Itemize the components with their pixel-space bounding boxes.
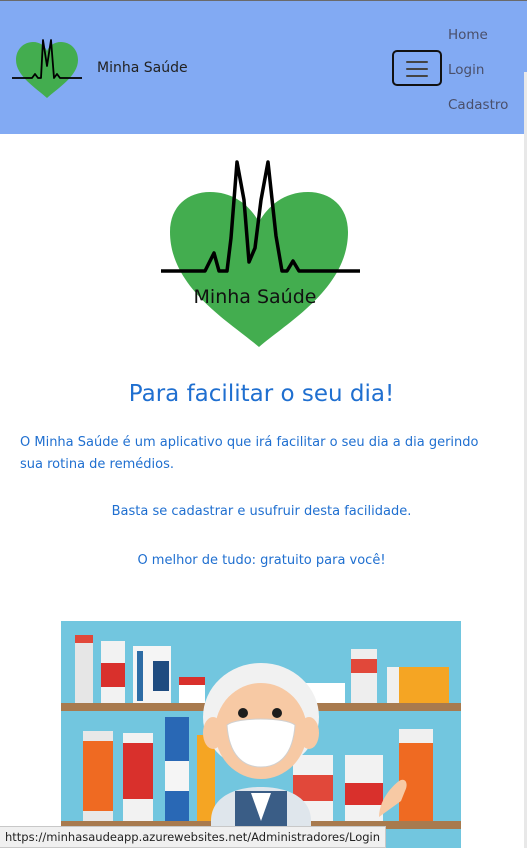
nav-link-home[interactable]: Home — [448, 27, 488, 43]
navbar: Minha Saúde Home Login Cadastro — [0, 0, 527, 134]
status-bar-url: https://minhasaudeapp.azurewebsites.net/… — [0, 826, 387, 848]
hero-logo-text: Minha Saúde — [194, 286, 317, 308]
nav-link-login[interactable]: Login — [448, 62, 484, 78]
cta-text: Basta se cadastrar e usufruir desta faci… — [111, 504, 412, 519]
brand-name[interactable]: Minha Saúde — [97, 60, 188, 76]
hamburger-icon — [406, 61, 428, 63]
hero-heart-logo-icon: Minha Saúde — [161, 160, 360, 347]
bonus-text: O melhor de tudo: gratuito para você! — [137, 553, 386, 568]
intro-text: O Minha Saúde é um aplicativo que irá fa… — [20, 435, 479, 472]
nav-item-cadastro: Cadastro — [448, 94, 508, 129]
nav-item-home: Home — [448, 24, 508, 59]
nav-links: Home Login Cadastro — [448, 24, 508, 129]
page-headline: Para facilitar o seu dia! — [128, 381, 395, 407]
heart-pulse-logo-icon — [12, 39, 82, 98]
nav-item-login: Login — [448, 59, 508, 94]
nav-link-cadastro[interactable]: Cadastro — [448, 97, 508, 113]
pharmacist-illustration-icon — [61, 621, 461, 848]
navbar-toggle-button[interactable] — [392, 50, 442, 86]
